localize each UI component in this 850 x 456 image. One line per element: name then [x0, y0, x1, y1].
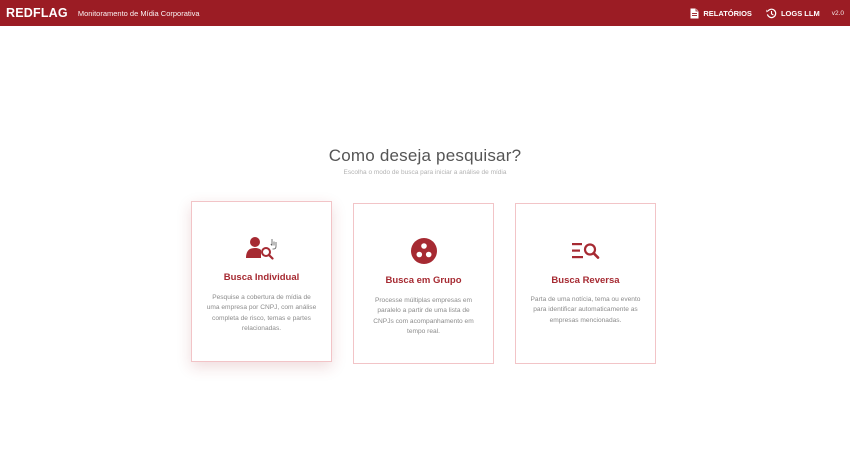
- reports-button[interactable]: RELATÓRIOS: [690, 8, 752, 19]
- llm-logs-button[interactable]: LOGS LLM: [766, 8, 820, 19]
- list-search-icon: [516, 241, 655, 261]
- llm-logs-label: LOGS LLM: [780, 8, 820, 18]
- card-description: Parta de uma notícia, tema ou evento par…: [530, 296, 641, 324]
- version-label: v2.0: [831, 9, 844, 17]
- page-subtitle: Escolha o modo de busca para iniciar a a…: [343, 169, 507, 176]
- card-reverse-search[interactable]: Busca Reversa Parta de uma notícia, tema…: [515, 203, 656, 364]
- app-subtitle: Monitoramento de Mídia Corporativa: [77, 8, 200, 18]
- history-icon: [766, 8, 777, 19]
- card-individual-search[interactable]: Busca Individual Pesquise a cobertura de…: [191, 201, 332, 362]
- user-search-icon: [192, 235, 331, 261]
- card-description: Pesquise a cobertura de mídia de uma emp…: [206, 294, 317, 333]
- top-bar: REDFLAG Monitoramento de Mídia Corporati…: [0, 0, 850, 26]
- page-title: Como deseja pesquisar?: [328, 146, 522, 165]
- reports-label: RELATÓRIOS: [703, 8, 752, 18]
- card-title: Busca Reversa: [551, 275, 620, 286]
- card-group-search[interactable]: Busca em Grupo Processe múltiplas empres…: [353, 203, 494, 364]
- group-circle-icon: [354, 237, 493, 265]
- card-description: Processe múltiplas empresas em paralelo …: [373, 297, 474, 336]
- card-title: Busca em Grupo: [385, 275, 462, 286]
- card-title: Busca Individual: [223, 272, 300, 283]
- app-logo[interactable]: REDFLAG: [6, 6, 68, 20]
- document-icon: [690, 8, 699, 19]
